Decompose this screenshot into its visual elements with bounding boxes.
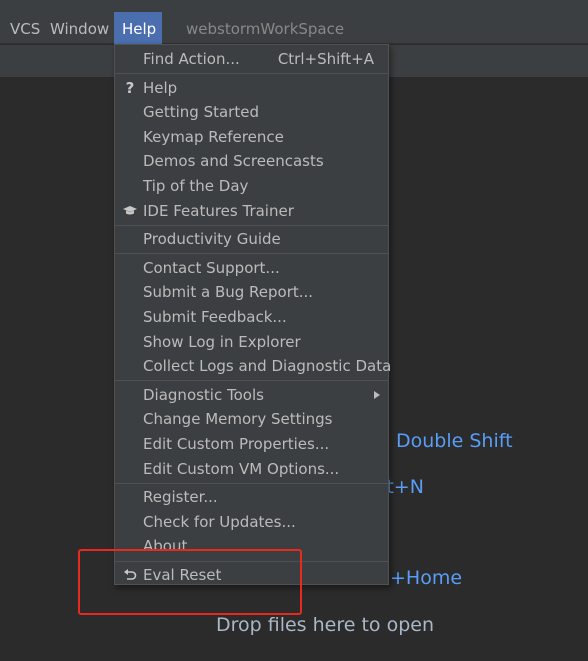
menu-item-collect-logs-and-diagnostic-data[interactable]: Collect Logs and Diagnostic Data [115, 354, 392, 378]
menu-separator [115, 560, 388, 562]
menu-separator [115, 224, 388, 226]
menu-separator [115, 73, 388, 75]
help-dropdown-menu: Find Action... Ctrl+Shift+A? Help Getting S… [114, 44, 392, 587]
menu-item-label: Help [143, 78, 178, 97]
menu-item-submit-a-bug-report[interactable]: Submit a Bug Report... [115, 280, 388, 304]
menu-separator [115, 380, 388, 382]
menu-item-label: Edit Custom VM Options... [143, 459, 340, 478]
menu-item-label: Edit Custom Properties... [143, 435, 330, 453]
project-name: webstormWorkSpace [186, 20, 345, 38]
menu-item-find-action[interactable]: Find Action... Ctrl+Shift+A [115, 47, 388, 71]
menu-item-change-memory-settings[interactable]: Change Memory Settings [115, 407, 388, 431]
menu-item-diagnostic-tools[interactable]: Diagnostic Tools [115, 383, 388, 407]
menu-item-submit-feedback[interactable]: Submit Feedback... [115, 305, 388, 329]
menu-item-label: Getting Started [143, 103, 259, 122]
menu-item-label: IDE Features Trainer [143, 201, 294, 220]
menu-bar: VCS Window Help webstormWorkSpace [0, 0, 588, 46]
menu-item-show-log-in-explorer[interactable]: Show Log in Explorer [115, 330, 388, 354]
menu-item-label: About [143, 537, 188, 556]
menu-item-label: Change Memory Settings [143, 410, 333, 429]
menu-item-demos-and-screencasts[interactable]: Demos and Screencasts [115, 149, 388, 173]
menu-item-label: Keymap Reference [143, 127, 284, 146]
menu-item-keymap-reference[interactable]: Keymap Reference [115, 125, 388, 149]
menu-item-label: Find Action... [143, 50, 240, 68]
graduation-cap-icon [122, 199, 138, 223]
question-mark-icon: ? [125, 78, 135, 97]
menu-window[interactable]: Window [42, 12, 117, 46]
menu-item-ide-features-trainer[interactable]: IDE Features Trainer [115, 199, 388, 223]
menu-item-edit-custom-vm-options[interactable]: Edit Custom VM Options... [115, 457, 388, 481]
menu-item-label: Productivity Guide [143, 230, 281, 249]
menu-item-label: Show Log in Explorer [143, 332, 301, 351]
menu-item-eval-reset[interactable]: Eval Reset [115, 563, 388, 587]
menu-help[interactable]: Help [114, 12, 162, 45]
menu-item-about[interactable]: About [115, 534, 388, 558]
menu-item-label: Check for Updates... [143, 512, 296, 531]
hint-drop-files: Drop files here to open [216, 614, 435, 636]
menu-item-label: Register... [143, 488, 218, 507]
menu-item-label: Tip of the Day [143, 177, 249, 195]
menu-item-help[interactable]: ? Help [115, 76, 388, 100]
menu-item-label: Eval Reset [143, 566, 222, 584]
menu-separator [115, 482, 388, 484]
menu-item-productivity-guide[interactable]: Productivity Guide [115, 227, 388, 251]
hint-home: +Home [390, 567, 463, 589]
menu-item-shortcut: Ctrl+Shift+A [277, 50, 374, 68]
menu-item-label: Collect Logs and Diagnostic Data [143, 357, 392, 376]
menu-item-check-for-updates[interactable]: Check for Updates... [115, 510, 388, 534]
menu-item-label: Submit a Bug Report... [143, 283, 314, 302]
menu-item-label: Demos and Screencasts [143, 152, 324, 171]
menu-item-register[interactable]: Register... [115, 485, 388, 509]
undo-arrow-icon [122, 563, 138, 587]
hint-double-shift: Double Shift [396, 430, 513, 452]
menu-item-contact-support[interactable]: Contact Support... [115, 256, 388, 280]
menu-item-label: Contact Support... [143, 258, 280, 277]
menu-item-edit-custom-properties[interactable]: Edit Custom Properties... [115, 432, 388, 456]
menu-item-label: Diagnostic Tools [143, 385, 264, 404]
submenu-arrow-icon [374, 390, 380, 399]
menu-separator [115, 253, 388, 255]
menu-item-getting-started[interactable]: Getting Started [115, 100, 388, 124]
menu-item-label: Submit Feedback... [143, 308, 287, 326]
menu-item-tip-of-the-day[interactable]: Tip of the Day [115, 174, 388, 198]
